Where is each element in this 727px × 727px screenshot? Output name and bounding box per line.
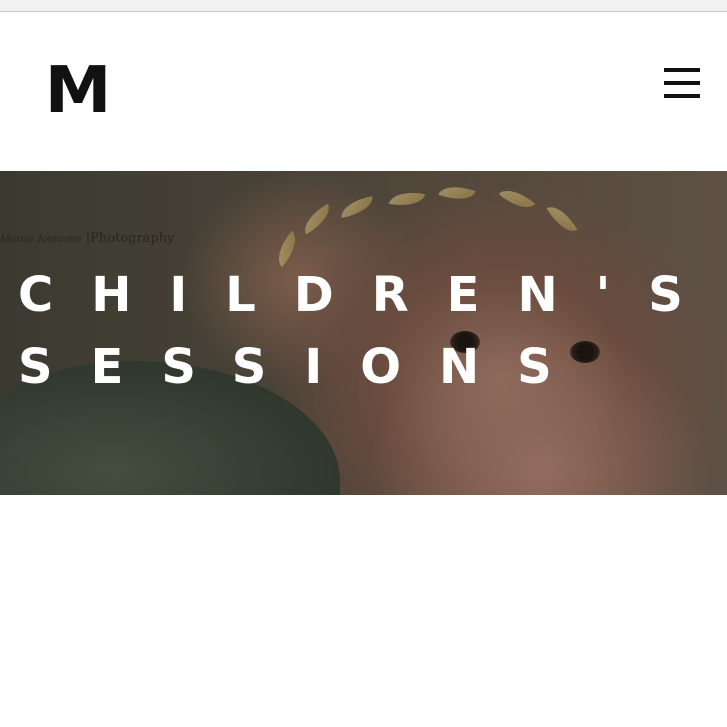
menu-bar-bottom xyxy=(664,94,700,98)
site-logo[interactable]: M xyxy=(42,58,112,124)
page-title-line-2: SESSIONS xyxy=(18,339,590,395)
hero-banner: Marita Jouvenne |Photography CHILDREN'S … xyxy=(0,171,727,495)
watermark-signature: Marita Jouvenne xyxy=(0,231,82,245)
photographer-watermark: Marita Jouvenne |Photography xyxy=(0,231,174,251)
browser-top-strip xyxy=(0,0,727,12)
page-title: CHILDREN'S SESSIONS xyxy=(18,259,727,403)
menu-bar-top xyxy=(664,68,700,72)
hamburger-menu-icon[interactable] xyxy=(660,66,704,100)
menu-bar-middle xyxy=(664,81,700,85)
site-header: M xyxy=(0,12,727,171)
page-title-line-1: CHILDREN'S xyxy=(18,267,721,323)
watermark-label: |Photography xyxy=(85,231,175,246)
